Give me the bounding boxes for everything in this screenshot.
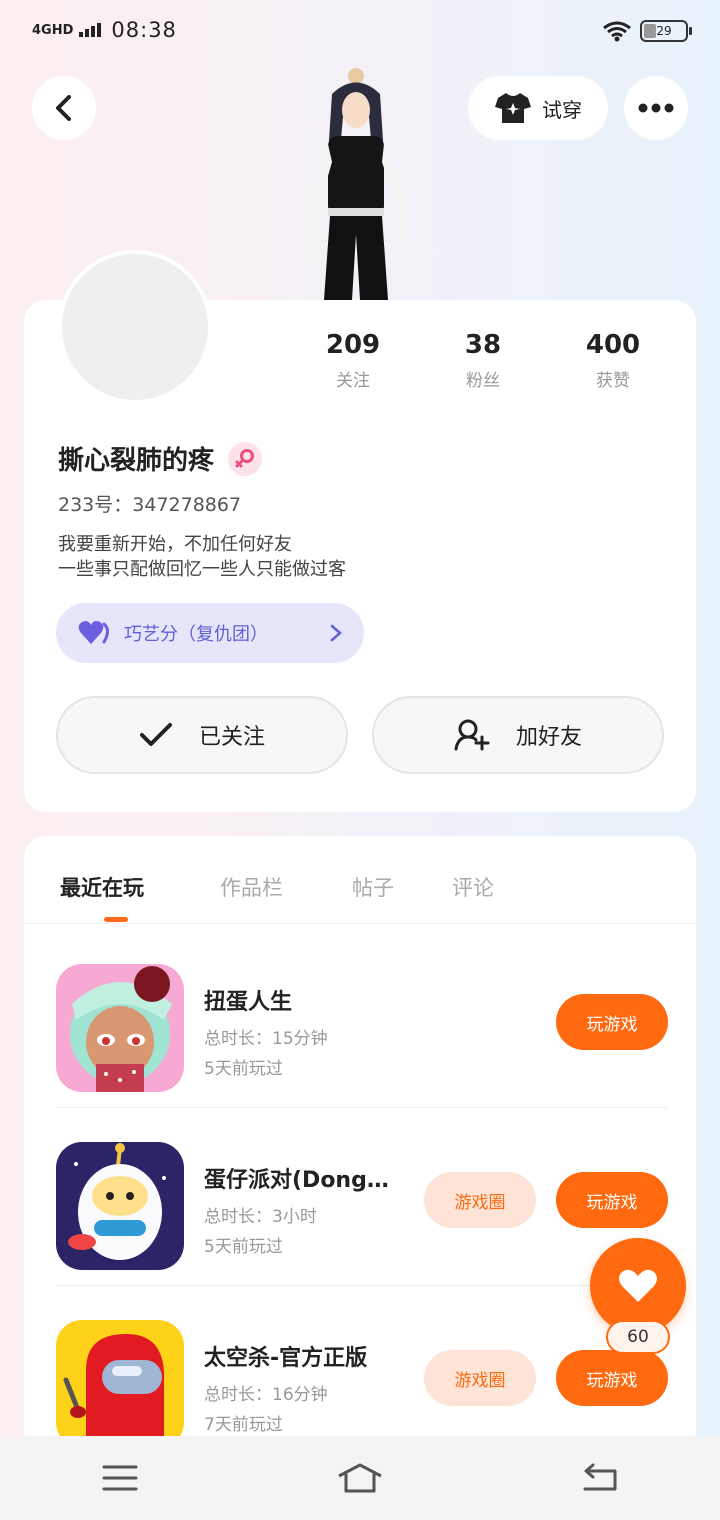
bio-line: 一些事只配做回忆一些人只能做过客	[58, 559, 346, 580]
skill-score-pill[interactable]: 巧艺分（复仇团）	[56, 603, 364, 663]
game-circle-button[interactable]: 游戏圈	[424, 1172, 536, 1228]
stat-label: 关注	[336, 371, 370, 391]
heart-badge-icon	[78, 621, 109, 644]
tab-indicator	[104, 917, 128, 922]
game-duration: 总时长：3小时	[204, 1207, 317, 1227]
game-row[interactable]: 扭蛋人生 总时长：15分钟 5天前玩过 玩游戏	[56, 932, 668, 1108]
try-on-label: 试穿	[542, 97, 582, 122]
game-icon-eggy-party[interactable]	[56, 1142, 184, 1270]
wifi-icon	[603, 21, 631, 42]
network-indicator: 4GHD	[32, 22, 74, 38]
play-game-button[interactable]: 玩游戏	[556, 1350, 668, 1406]
female-gender-icon	[228, 441, 263, 476]
username-row: 撕心裂肺的疼	[58, 440, 263, 477]
back-button[interactable]	[32, 76, 96, 140]
stat-likes[interactable]: 400 获赞	[548, 330, 678, 391]
play-game-button[interactable]: 玩游戏	[556, 1172, 668, 1228]
game-name: 蛋仔派对(Dong…	[204, 1168, 389, 1193]
system-nav-bar	[0, 1436, 720, 1520]
tab-recent-games[interactable]: 最近在玩	[60, 872, 144, 902]
play-game-button[interactable]: 玩游戏	[556, 994, 668, 1050]
skill-score-label: 巧艺分（复仇团）	[124, 624, 268, 645]
status-bar: 4GHD 08:38 29	[0, 0, 720, 60]
check-icon	[139, 723, 172, 746]
add-friend-label: 加好友	[515, 725, 582, 750]
home-button[interactable]	[310, 1448, 410, 1508]
heart-icon	[619, 1269, 657, 1302]
return-icon	[583, 1463, 617, 1491]
home-icon	[338, 1463, 382, 1493]
followed-button[interactable]: 已关注	[56, 696, 348, 774]
add-friend-button[interactable]: 加好友	[372, 696, 664, 774]
tab-comments[interactable]: 评论	[452, 872, 494, 902]
stat-label: 获赞	[596, 371, 630, 391]
bio: 我要重新开始，不加任何好友 一些事只配做回忆一些人只能做过客	[58, 532, 346, 582]
tab-posts[interactable]: 帖子	[352, 872, 394, 902]
more-options-button[interactable]	[624, 76, 688, 140]
stat-value: 400	[585, 330, 641, 360]
activity-tabs: 最近在玩 作品栏 帖子 评论	[24, 836, 696, 924]
add-user-icon	[454, 719, 490, 751]
game-name: 太空杀-官方正版	[204, 1346, 368, 1371]
signal-icon	[79, 23, 102, 37]
chevron-right-icon	[330, 624, 342, 642]
stat-value: 209	[325, 330, 381, 360]
game-circle-button[interactable]: 游戏圈	[424, 1350, 536, 1406]
clock: 08:38	[111, 18, 177, 42]
avatar[interactable]	[58, 250, 212, 404]
tab-works[interactable]: 作品栏	[220, 872, 283, 902]
back-nav-button[interactable]	[550, 1448, 650, 1508]
try-on-button[interactable]: 试穿	[468, 76, 608, 140]
back-arrow-icon	[56, 95, 71, 121]
game-icon-space-kill[interactable]	[56, 1320, 184, 1448]
profile-card: 209 关注 38 粉丝 400 获赞 撕心裂肺的疼 233号：34727886…	[24, 250, 696, 812]
menu-icon	[102, 1465, 138, 1491]
game-duration: 总时长：15分钟	[204, 1029, 328, 1049]
game-last-played: 5天前玩过	[204, 1059, 283, 1079]
game-icon-eggy-life[interactable]	[56, 964, 184, 1092]
game-last-played: 7天前玩过	[204, 1415, 283, 1435]
menu-button[interactable]	[70, 1448, 170, 1508]
profile-stats: 209 关注 38 粉丝 400 获赞	[288, 330, 678, 391]
game-row[interactable]: 蛋仔派对(Dong… 总时长：3小时 5天前玩过 游戏圈 玩游戏	[56, 1110, 668, 1286]
stat-followers[interactable]: 38 粉丝	[418, 330, 548, 391]
like-count: 60	[606, 1320, 670, 1354]
game-last-played: 5天前玩过	[204, 1237, 283, 1257]
avatar-3d-character	[298, 66, 418, 306]
more-dots-icon	[638, 103, 674, 113]
stat-following[interactable]: 209 关注	[288, 330, 418, 391]
stat-value: 38	[464, 330, 502, 360]
game-duration: 总时长：16分钟	[204, 1385, 328, 1405]
stat-label: 粉丝	[466, 371, 500, 391]
bio-line: 我要重新开始，不加任何好友	[58, 534, 292, 555]
username: 撕心裂肺的疼	[58, 446, 215, 476]
followed-label: 已关注	[198, 725, 265, 750]
tshirt-icon	[495, 93, 531, 123]
user-id: 233号：347278867	[58, 494, 242, 516]
battery-icon: 29	[640, 20, 692, 42]
activity-card: 最近在玩 作品栏 帖子 评论 扭蛋人生 总时长：15分钟 5天前玩过 玩游戏 蛋…	[24, 836, 696, 1476]
game-name: 扭蛋人生	[204, 990, 293, 1015]
